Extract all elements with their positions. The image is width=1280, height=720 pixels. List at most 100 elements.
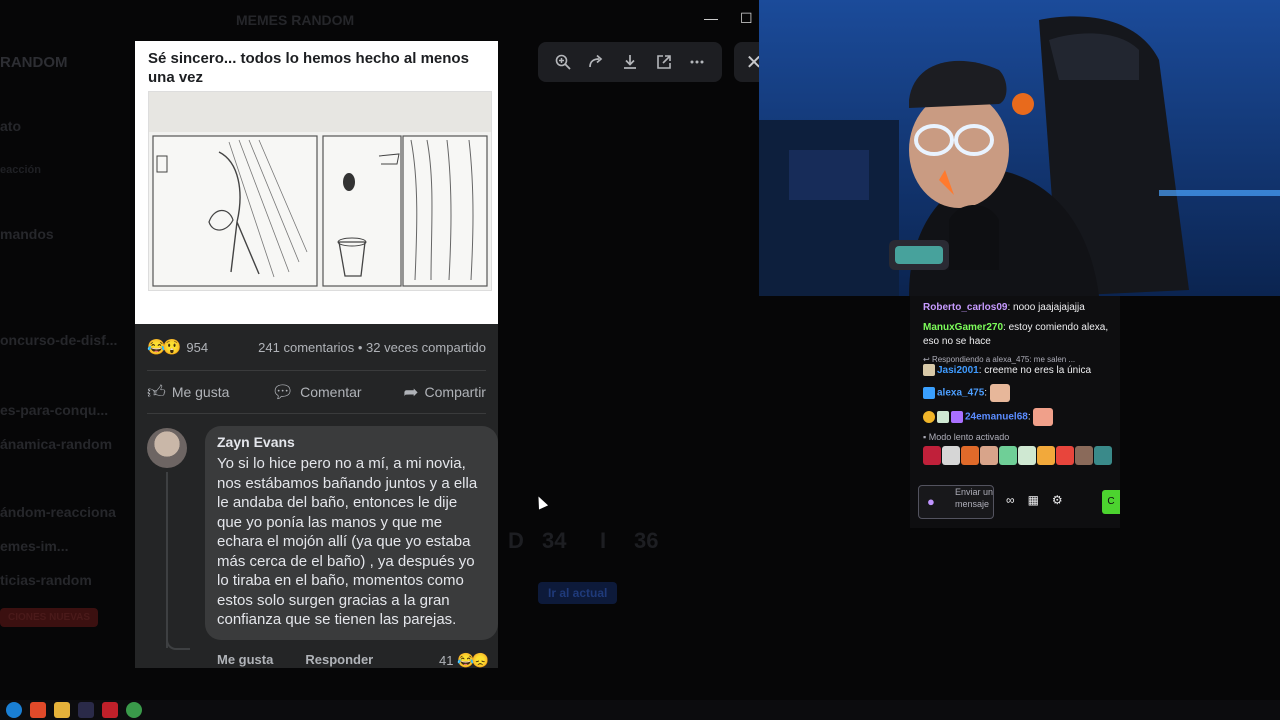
thread-line	[166, 472, 168, 648]
faint-letter: D	[508, 528, 524, 553]
gear-icon[interactable]: ⚙	[1052, 493, 1063, 507]
webcam-feed	[759, 0, 1280, 296]
emote-icon[interactable]	[961, 446, 979, 465]
discord-icon[interactable]	[78, 702, 94, 718]
brave-icon[interactable]	[30, 702, 46, 718]
comic-drawing	[148, 91, 492, 291]
new-mentions-badge[interactable]: CIONES NUEVAS	[0, 608, 99, 627]
emote-icon	[1033, 408, 1054, 426]
chat-message: 24emanuel68:	[923, 408, 1112, 426]
thread-curve	[166, 636, 190, 650]
comment-reactions: 41 😂😞	[439, 651, 489, 669]
emote-icon[interactable]	[980, 446, 998, 465]
mouse-cursor	[533, 494, 549, 510]
comment-bubble: Zayn Evans Yo si lo hice pero no a mí, a…	[205, 426, 498, 640]
post-title: Sé sincero... todos lo hemos hecho al me…	[148, 50, 469, 86]
user-badge-icon	[923, 411, 935, 423]
emote-icon[interactable]	[999, 446, 1017, 465]
chat-placeholder: Enviar un mensaje	[955, 487, 994, 509]
slow-mode-text: Modo lento activado	[928, 432, 1010, 442]
chat-username[interactable]: Jasi2001	[937, 365, 979, 376]
chat-username[interactable]: Roberto_carlos09	[923, 302, 1007, 313]
chat-message: alexa_475:	[923, 384, 1112, 402]
jump-to-present-button[interactable]: Ir al actual	[538, 582, 618, 604]
emote-icon	[989, 384, 1010, 402]
comment: Zayn Evans Yo si lo hice pero no a mí, a…	[135, 414, 498, 669]
channel-item[interactable]: ato	[0, 118, 21, 134]
reaction-bar: 😂😲 954 241 comentarios • 32 veces compar…	[135, 324, 498, 370]
chat-username[interactable]: ManuxGamer270	[923, 322, 1003, 333]
comment-icon: 💬︎	[271, 381, 295, 402]
chat-username[interactable]: 24emanuel68	[965, 412, 1028, 423]
emote-icon[interactable]	[1056, 446, 1074, 465]
download-icon[interactable]	[616, 48, 644, 76]
faint-number: 36	[634, 528, 659, 553]
edge-icon[interactable]	[6, 702, 22, 718]
zoom-in-icon[interactable]	[549, 48, 577, 76]
store-icon[interactable]: ▦	[1028, 493, 1039, 507]
emote-icon[interactable]	[1018, 446, 1036, 465]
reply-hint: ↩ Respondiendo a alexa_475: me salen ...	[923, 355, 1076, 364]
comment-author[interactable]: Zayn Evans	[217, 434, 486, 450]
channel-item[interactable]: es-para-conqu...	[0, 402, 108, 418]
comment-reply-button[interactable]: Responder	[305, 652, 373, 667]
user-badge-icon	[923, 364, 935, 377]
emote-icon[interactable]	[1094, 446, 1112, 465]
reply-hint-text: Respondiendo a alexa_475: me salen ...	[931, 355, 1076, 364]
chat-message: Jasi2001: creeme no eres la única	[923, 364, 1112, 378]
user-badge-icon	[923, 387, 935, 399]
image-viewer-toolbar	[538, 42, 722, 82]
channel-item[interactable]: emes-im...	[0, 538, 68, 554]
comment-button[interactable]: 💬︎ Comentar	[271, 382, 361, 403]
meme-image[interactable]: Sé sincero... todos lo hemos hecho al me…	[135, 41, 498, 668]
post-actions: 👍︎ Me gusta 💬︎ Comentar ➦ Compartir	[147, 370, 486, 414]
category-item[interactable]: eacción	[0, 164, 41, 176]
post-header: Sé sincero... todos lo hemos hecho al me…	[135, 41, 498, 324]
server-header: MEMES RANDOM	[236, 12, 354, 28]
live-chat: Roberto_carlos09: nooo jaajajajajja Manu…	[910, 296, 1120, 528]
thumbs-up-icon: 👍︎	[147, 382, 166, 402]
chat-text: nooo jaajajajajja	[1013, 302, 1085, 313]
channel-item[interactable]: ticias-random	[0, 572, 92, 588]
like-button[interactable]: 👍︎ Me gusta	[147, 381, 229, 403]
user-badge-icon	[951, 411, 963, 423]
post-stats: 241 comentarios • 32 veces compartido	[258, 339, 486, 355]
comment-text: Yo si lo hice pero no a mí, a mi novia, …	[217, 455, 478, 628]
comment-label: Comentar	[300, 384, 362, 400]
emote-icon[interactable]	[1075, 446, 1093, 465]
faint-number: 34	[542, 528, 567, 553]
avatar[interactable]	[147, 428, 187, 468]
taskbar	[0, 700, 1280, 720]
open-external-icon[interactable]	[650, 48, 678, 76]
channel-item[interactable]: ánamica-random	[0, 436, 112, 452]
chat-send-button[interactable]: C	[1102, 490, 1120, 514]
channel-item[interactable]: ándom-reacciona	[0, 504, 116, 520]
chat-input[interactable]: ● Enviar un mensaje	[918, 485, 994, 519]
screen: MEMES RANDOM — ☐ RANDOM ato eacción mand…	[0, 0, 1280, 720]
points-icon[interactable]: ∞	[1006, 493, 1015, 507]
forward-icon[interactable]	[582, 48, 610, 76]
emote-icon[interactable]	[1037, 446, 1055, 465]
comment-reaction-count: 41	[439, 652, 454, 668]
share-button[interactable]: ➦ Compartir	[403, 382, 486, 403]
chat-username[interactable]: alexa_475	[937, 388, 984, 399]
chrome-icon[interactable]	[126, 702, 142, 718]
server-name[interactable]: RANDOM	[0, 54, 68, 71]
share-label: Compartir	[424, 384, 486, 400]
folder-icon[interactable]	[54, 702, 70, 718]
channel-item[interactable]: mandos	[0, 226, 54, 242]
emote-icon[interactable]	[923, 446, 941, 465]
share-icon: ➦	[403, 381, 419, 402]
chat-message: Roberto_carlos09: nooo jaajajajajja	[923, 302, 1085, 313]
channel-item[interactable]: oncurso-de-disf...	[0, 332, 117, 348]
maximize-icon[interactable]: ☐	[740, 10, 753, 27]
emote-icon[interactable]	[942, 446, 960, 465]
comment-like-button[interactable]: Me gusta	[217, 652, 273, 667]
minimize-icon[interactable]: —	[704, 10, 718, 26]
channel-sidebar: RANDOM ato eacción mandos oncurso-de-dis…	[0, 40, 132, 700]
app-icon[interactable]	[102, 702, 118, 718]
microphone-icon[interactable]: ●	[927, 494, 935, 509]
reaction-emoji-icon: 😂😞	[457, 651, 489, 668]
emote-bar	[923, 446, 1112, 465]
more-icon[interactable]	[683, 48, 711, 76]
